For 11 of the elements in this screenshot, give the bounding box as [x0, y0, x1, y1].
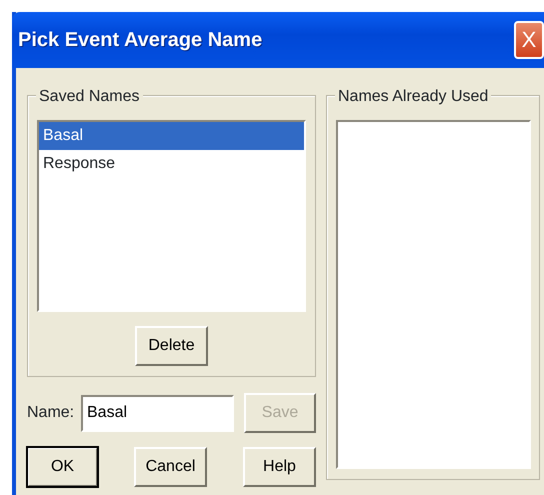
window-title: Pick Event Average Name: [18, 28, 262, 53]
delete-button[interactable]: Delete: [135, 326, 208, 366]
cancel-button[interactable]: Cancel: [134, 447, 207, 487]
ok-button[interactable]: OK: [27, 447, 98, 487]
name-label: Name:: [27, 403, 76, 423]
name-field[interactable]: Basal: [81, 394, 234, 432]
saved-names-list[interactable]: Basal Response: [37, 120, 306, 312]
names-used-list[interactable]: [336, 120, 531, 469]
help-button[interactable]: Help: [243, 447, 316, 487]
list-item[interactable]: Basal: [39, 122, 304, 150]
list-item[interactable]: Response: [39, 150, 304, 178]
